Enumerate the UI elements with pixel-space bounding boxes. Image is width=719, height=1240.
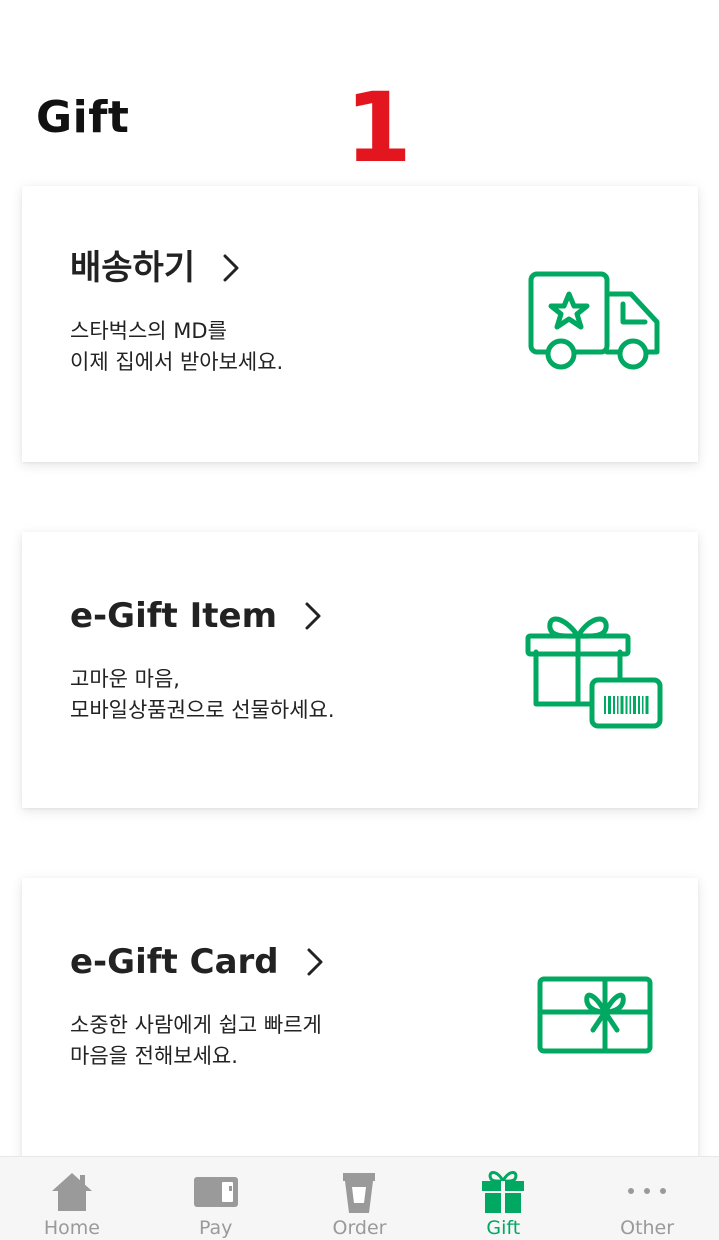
desc-line: 고마운 마음, — [70, 667, 180, 691]
desc-line: 소중한 사람에게 쉽고 빠르게 — [70, 1013, 322, 1037]
card-description: 고마운 마음, 모바일상품권으로 선물하세요. — [70, 664, 335, 726]
desc-line: 이제 집에서 받아보세요. — [70, 350, 284, 374]
desc-line: 모바일상품권으로 선물하세요. — [70, 698, 335, 722]
tab-label: Home — [43, 1217, 100, 1239]
step-badge: 1 — [345, 72, 412, 184]
card-icon — [193, 1177, 238, 1207]
card-title-row: e-Gift Item — [70, 594, 323, 638]
home-icon — [51, 1173, 92, 1211]
card-title: e-Gift Item — [70, 596, 278, 636]
page-title: Gift — [36, 92, 130, 143]
card-title: e-Gift Card — [70, 942, 279, 982]
chevron-right-icon — [307, 948, 323, 976]
egift-card-card[interactable]: e-Gift Card 소중한 사람에게 쉽고 빠르게 마음을 전해보세요. — [22, 878, 698, 1168]
desc-line: 마음을 전해보세요. — [70, 1044, 238, 1068]
delivery-card[interactable]: 배송하기 스타벅스의 MD를 이제 집에서 받아보세요. — [22, 186, 698, 462]
tab-order[interactable]: Order — [288, 1157, 432, 1240]
delivery-truck-icon — [528, 271, 660, 370]
card-title: 배송하기 — [70, 248, 196, 288]
tab-other[interactable]: Other — [575, 1157, 719, 1240]
more-dots-icon — [628, 1188, 667, 1194]
bottom-tab-bar: Home Pay Order Gift Other — [0, 1156, 719, 1240]
tab-label: Other — [620, 1217, 675, 1239]
gift-box-barcode-icon — [525, 616, 663, 729]
tab-home[interactable]: Home — [0, 1157, 144, 1240]
card-description: 소중한 사람에게 쉽고 빠르게 마음을 전해보세요. — [70, 1010, 322, 1072]
card-description: 스타벅스의 MD를 이제 집에서 받아보세요. — [70, 316, 283, 378]
desc-line: 스타벅스의 MD를 — [70, 319, 227, 343]
tab-label: Order — [332, 1217, 387, 1239]
tab-label: Pay — [198, 1217, 233, 1239]
gift-card-icon — [537, 976, 653, 1054]
chevron-right-icon — [305, 602, 321, 630]
egift-item-card[interactable]: e-Gift Item 고마운 마음, 모바일상품권으로 선물하세요. — [22, 532, 698, 808]
card-title-row: 배송하기 — [70, 246, 241, 290]
tab-gift[interactable]: Gift — [431, 1157, 575, 1240]
card-title-row: e-Gift Card — [70, 940, 325, 984]
tab-pay[interactable]: Pay — [144, 1157, 288, 1240]
cup-icon — [343, 1173, 376, 1213]
gift-icon — [482, 1171, 525, 1213]
gift-screen: Gift 1 배송하기 스타벅스의 MD를 이제 집에서 받아보세요. e-Gi… — [0, 0, 719, 1240]
chevron-right-icon — [223, 254, 239, 282]
tab-label: Gift — [486, 1217, 521, 1239]
